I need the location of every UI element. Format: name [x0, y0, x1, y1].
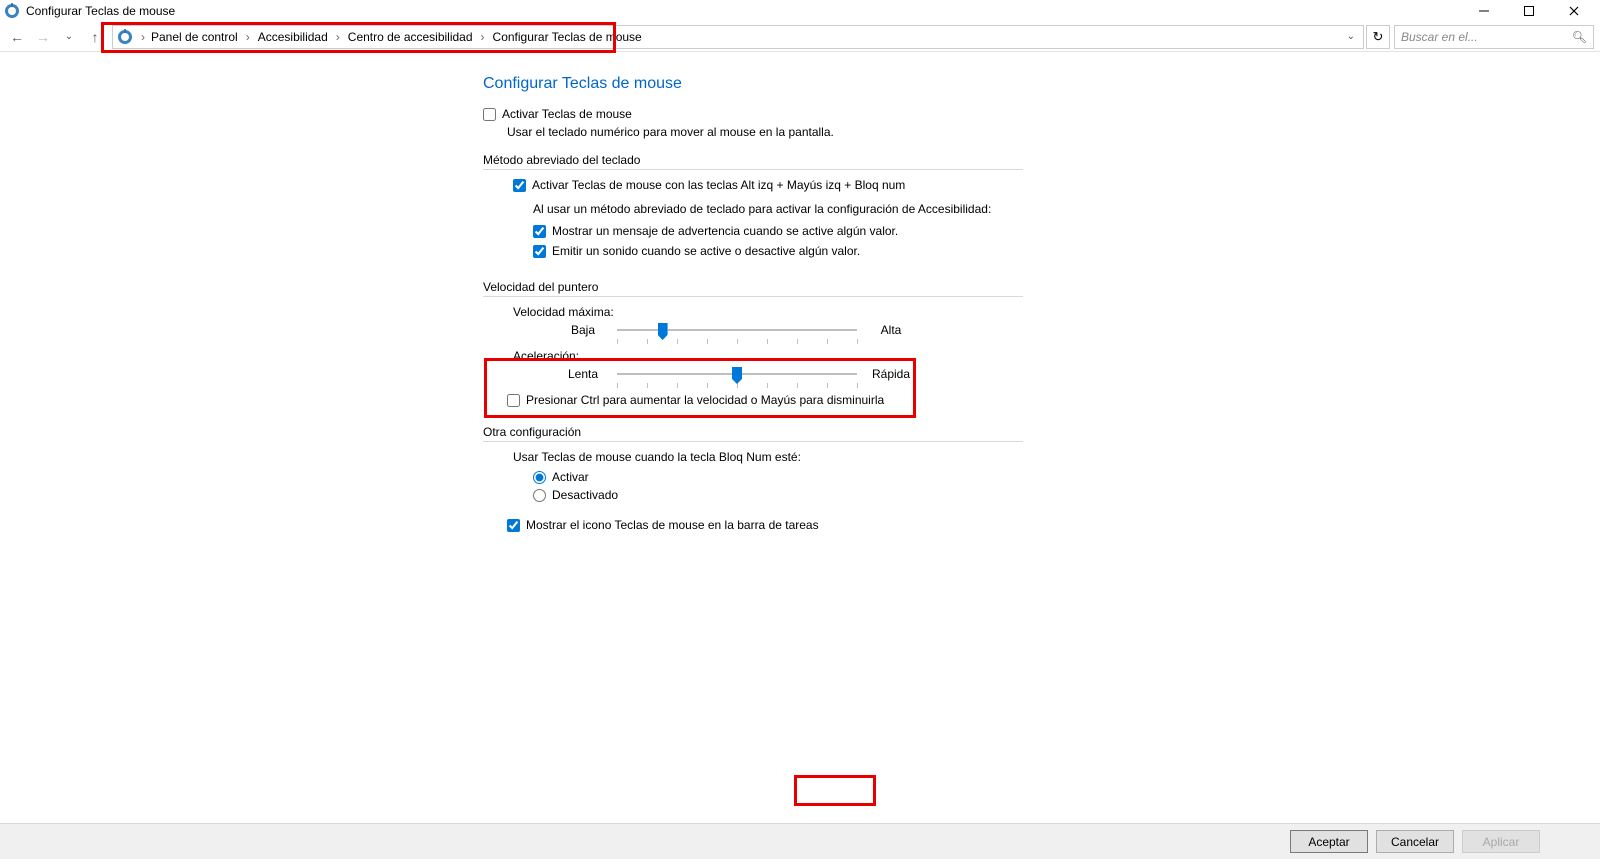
- acceleration-slider[interactable]: [617, 373, 857, 375]
- up-button[interactable]: ↑: [84, 26, 106, 48]
- show-warning-row: Mostrar un mensaje de advertencia cuando…: [533, 224, 1023, 238]
- shortcut-subheading: Al usar un método abreviado de teclado p…: [533, 202, 1023, 216]
- max-speed-low-label: Baja: [563, 323, 603, 337]
- page-title: Configurar Teclas de mouse: [483, 75, 1023, 93]
- forward-button[interactable]: →: [32, 26, 54, 48]
- show-tray-label[interactable]: Mostrar el icono Teclas de mouse en la b…: [526, 518, 819, 532]
- section-title-other: Otra configuración: [483, 425, 1023, 442]
- numlock-off-label[interactable]: Desactivado: [552, 488, 618, 502]
- control-panel-icon: [4, 3, 20, 19]
- activate-mousekeys-label[interactable]: Activar Teclas de mouse: [502, 107, 632, 121]
- chevron-right-icon: ›: [139, 30, 147, 44]
- play-sound-label[interactable]: Emitir un sonido cuando se active o desa…: [552, 244, 860, 258]
- content-area: Configurar Teclas de mouse Activar Tecla…: [0, 55, 1600, 823]
- window-title: Configurar Teclas de mouse: [26, 4, 1461, 18]
- chevron-right-icon: ›: [334, 30, 342, 44]
- address-bar[interactable]: › Panel de control › Accesibilidad › Cen…: [112, 25, 1364, 49]
- numlock-on-radio[interactable]: [533, 471, 546, 484]
- back-button[interactable]: ←: [6, 26, 28, 48]
- breadcrumb-item[interactable]: Panel de control: [147, 28, 242, 46]
- close-button[interactable]: [1551, 0, 1596, 22]
- nav-arrows: ← → ⌄ ↑: [6, 26, 106, 48]
- breadcrumb-item[interactable]: Accesibilidad: [254, 28, 332, 46]
- navbar: ← → ⌄ ↑ › Panel de control › Accesibilid…: [0, 22, 1600, 52]
- search-icon: 🔍︎: [1572, 30, 1587, 44]
- search-input[interactable]: Buscar en el... 🔍︎: [1394, 25, 1594, 49]
- enable-shortcut-label[interactable]: Activar Teclas de mouse con las teclas A…: [532, 178, 905, 192]
- play-sound-checkbox[interactable]: [533, 245, 546, 258]
- show-warning-label[interactable]: Mostrar un mensaje de advertencia cuando…: [552, 224, 898, 238]
- acceleration-block: Aceleración: Lenta Rápida: [513, 349, 1023, 381]
- ctrl-shift-label[interactable]: Presionar Ctrl para aumentar la velocida…: [526, 393, 884, 407]
- acceleration-low-label: Lenta: [563, 367, 603, 381]
- numlock-on-row: Activar: [533, 470, 1023, 484]
- ctrl-shift-checkbox[interactable]: [507, 394, 520, 407]
- enable-shortcut-row: Activar Teclas de mouse con las teclas A…: [513, 178, 1023, 192]
- max-speed-slider[interactable]: [617, 329, 857, 331]
- activate-description: Usar el teclado numérico para mover al m…: [507, 125, 1023, 139]
- section-title-speed: Velocidad del puntero: [483, 280, 1023, 297]
- enable-shortcut-checkbox[interactable]: [513, 179, 526, 192]
- play-sound-row: Emitir un sonido cuando se active o desa…: [533, 244, 1023, 258]
- maximize-button[interactable]: [1506, 0, 1551, 22]
- control-panel-icon: [117, 29, 133, 45]
- apply-button[interactable]: Aplicar: [1462, 830, 1540, 853]
- search-placeholder: Buscar en el...: [1401, 30, 1478, 44]
- ok-button[interactable]: Aceptar: [1290, 830, 1368, 853]
- section-title-shortcut: Método abreviado del teclado: [483, 153, 1023, 170]
- numlock-label: Usar Teclas de mouse cuando la tecla Blo…: [513, 450, 1023, 464]
- numlock-on-label[interactable]: Activar: [552, 470, 589, 484]
- chevron-right-icon: ›: [479, 30, 487, 44]
- show-tray-row: Mostrar el icono Teclas de mouse en la b…: [507, 518, 1023, 532]
- max-speed-high-label: Alta: [871, 323, 911, 337]
- acceleration-high-label: Rápida: [871, 367, 911, 381]
- acceleration-label: Aceleración:: [513, 349, 1023, 363]
- numlock-off-radio[interactable]: [533, 489, 546, 502]
- cancel-button[interactable]: Cancelar: [1376, 830, 1454, 853]
- activate-mousekeys-checkbox[interactable]: [483, 108, 496, 121]
- footer: Aceptar Cancelar Aplicar: [0, 823, 1600, 859]
- ctrl-shift-row: Presionar Ctrl para aumentar la velocida…: [507, 393, 1023, 407]
- max-speed-block: Velocidad máxima: Baja Alta: [513, 305, 1023, 337]
- speed-section: Velocidad del puntero Velocidad máxima: …: [483, 280, 1023, 407]
- show-warning-checkbox[interactable]: [533, 225, 546, 238]
- numlock-off-row: Desactivado: [533, 488, 1023, 502]
- breadcrumb: Panel de control › Accesibilidad › Centr…: [147, 28, 646, 46]
- settings-pane: Configurar Teclas de mouse Activar Tecla…: [483, 55, 1023, 532]
- shortcut-section: Método abreviado del teclado Activar Tec…: [483, 153, 1023, 258]
- window-controls: [1461, 0, 1596, 22]
- activate-mousekeys-row: Activar Teclas de mouse: [483, 107, 1023, 121]
- titlebar: Configurar Teclas de mouse: [0, 0, 1600, 22]
- breadcrumb-item[interactable]: Centro de accesibilidad: [344, 28, 477, 46]
- max-speed-label: Velocidad máxima:: [513, 305, 1023, 319]
- show-tray-checkbox[interactable]: [507, 519, 520, 532]
- refresh-button[interactable]: ↻: [1366, 25, 1390, 49]
- minimize-button[interactable]: [1461, 0, 1506, 22]
- other-section: Otra configuración Usar Teclas de mouse …: [483, 425, 1023, 532]
- recent-dropdown[interactable]: ⌄: [58, 26, 80, 48]
- breadcrumb-item[interactable]: Configurar Teclas de mouse: [489, 28, 646, 46]
- chevron-right-icon: ›: [244, 30, 252, 44]
- address-dropdown[interactable]: ⌄: [1343, 31, 1359, 42]
